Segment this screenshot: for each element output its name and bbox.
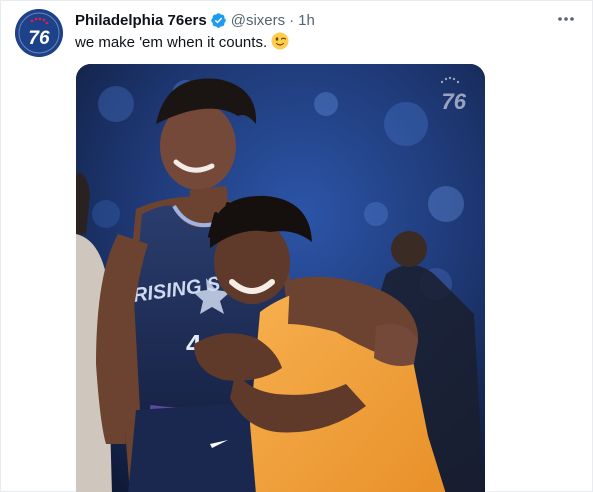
avatar[interactable]: 76 — [15, 9, 63, 57]
tweet-header: Philadelphia 76ers @sixers · 1h — [75, 10, 315, 30]
display-name[interactable]: Philadelphia 76ers — [75, 12, 207, 29]
photo-image: RISING STARS 4 76 — [76, 64, 485, 492]
photo-watermark: 76 — [442, 89, 467, 114]
separator-dot: · — [289, 11, 295, 29]
timestamp[interactable]: 1h — [298, 12, 315, 29]
avatar-label: 76 — [28, 28, 50, 49]
more-options-icon[interactable] — [552, 7, 580, 31]
tweet-text: we make 'em when it counts. — [75, 32, 289, 53]
sixers-logo-icon: 76 — [15, 9, 63, 57]
tweet-card[interactable]: 76 Philadelphia 76ers @sixers · 1h we ma… — [0, 0, 593, 492]
tweet-body: we make 'em when it counts. — [75, 34, 268, 51]
winking-face-emoji — [271, 32, 289, 50]
tweet-photo[interactable]: RISING STARS 4 76 — [76, 64, 485, 492]
user-handle[interactable]: @sixers — [231, 12, 285, 29]
verified-badge-icon — [210, 12, 227, 29]
